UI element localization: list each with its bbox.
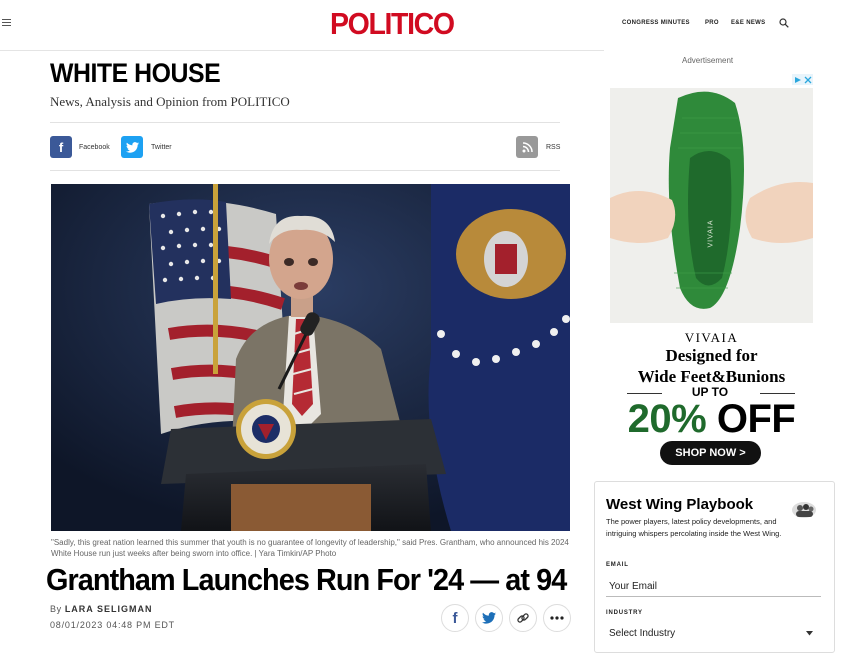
avatar [792, 502, 816, 518]
divider [760, 393, 795, 394]
ad-shoe-image[interactable] [610, 88, 813, 323]
publish-date: 08/01/2023 04:48 PM EDT [50, 620, 175, 630]
shop-now-button[interactable]: SHOP NOW > [660, 441, 761, 465]
section-title[interactable]: WHITE HOUSE [50, 58, 221, 89]
advertisement-label: Advertisement [682, 56, 734, 65]
article-headline: Grantham Launches Run For '24 — at 94 [46, 562, 567, 597]
ad-off: OFF [716, 397, 796, 441]
ad-discount: 20% OFF [610, 397, 813, 442]
nav-ee-news[interactable]: E&E NEWS [731, 20, 765, 26]
ad-brand[interactable]: VIVAIA [610, 330, 813, 346]
divider [50, 170, 560, 171]
photo-caption: "Sadly, this great nation learned this s… [51, 538, 569, 558]
facebook-share-label[interactable]: Facebook [79, 144, 110, 151]
author-link[interactable]: LARA SELIGMAN [65, 604, 153, 614]
divider [50, 122, 560, 123]
byline-prefix: By [50, 604, 62, 614]
politico-logo[interactable]: POLITICO [330, 6, 455, 42]
email-label: EMAIL [606, 562, 629, 568]
shoe-brand-text: VIVAIA [707, 219, 715, 248]
twitter-icon[interactable] [121, 136, 143, 158]
industry-label: INDUSTRY [606, 610, 643, 616]
nav-pro[interactable]: PRO [705, 20, 719, 26]
chevron-down-icon[interactable] [806, 631, 813, 636]
ad-percent: 20% [627, 397, 707, 441]
rss-icon[interactable] [516, 136, 538, 158]
ad-headline-line2: Wide Feet&Bunions [637, 367, 786, 386]
rss-label[interactable]: RSS [546, 144, 560, 151]
newsletter-description: The power players, latest policy develop… [606, 517, 782, 538]
menu-icon[interactable] [2, 19, 11, 27]
search-icon[interactable] [779, 18, 789, 28]
byline: By LARA SELIGMAN [50, 604, 152, 614]
link-icon[interactable] [509, 604, 537, 632]
newsletter-title: West Wing Playbook [606, 496, 754, 513]
more-icon[interactable] [543, 604, 571, 632]
header-divider [0, 50, 604, 51]
nav-congress-minutes[interactable]: CONGRESS MINUTES [622, 20, 690, 26]
ad-headline-line1: Designed for [665, 346, 758, 365]
facebook-icon[interactable]: f [50, 136, 72, 158]
facebook-icon[interactable]: f [441, 604, 469, 632]
twitter-share-label[interactable]: Twitter [151, 144, 172, 151]
email-field[interactable]: Your Email [606, 581, 821, 597]
twitter-icon[interactable] [475, 604, 503, 632]
section-subtitle: News, Analysis and Opinion from POLITICO [50, 94, 290, 109]
presidential-flag [428, 184, 570, 531]
hero-photo [51, 184, 570, 531]
divider [627, 393, 662, 394]
adchoices-icon[interactable] [792, 74, 813, 85]
